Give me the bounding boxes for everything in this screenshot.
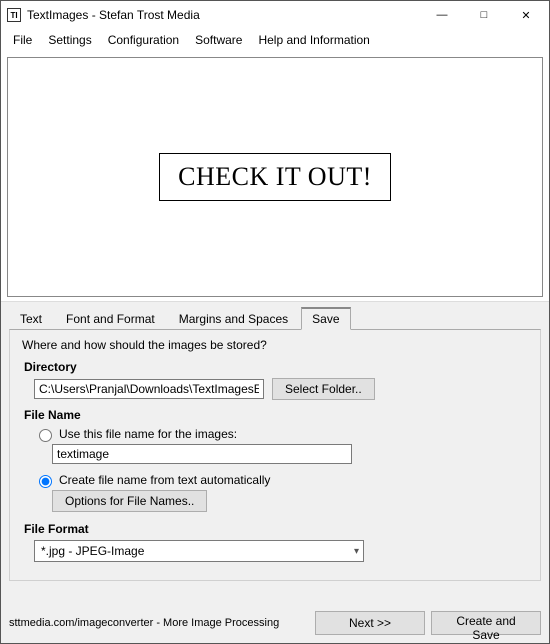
footer-link[interactable]: sttmedia.com/imageconverter - More Image…	[9, 617, 309, 629]
preview-text: CHECK IT OUT!	[159, 153, 391, 201]
window-title: TextImages - Stefan Trost Media	[27, 8, 421, 22]
tab-font-format[interactable]: Font and Format	[55, 308, 166, 330]
tab-text[interactable]: Text	[9, 308, 53, 330]
menu-configuration[interactable]: Configuration	[100, 31, 187, 49]
tab-save[interactable]: Save	[301, 307, 350, 330]
tab-strip: Text Font and Format Margins and Spaces …	[9, 308, 541, 330]
app-icon: TI	[7, 8, 21, 22]
footer: sttmedia.com/imageconverter - More Image…	[1, 605, 549, 643]
options-filenames-button[interactable]: Options for File Names..	[52, 490, 207, 512]
minimize-button[interactable]: —	[421, 3, 463, 27]
chevron-down-icon: ▾	[354, 546, 359, 557]
fileformat-label: File Format	[24, 522, 528, 536]
radio-auto-name[interactable]	[39, 475, 52, 488]
save-panel: Where and how should the images be store…	[9, 329, 541, 581]
menubar: File Settings Configuration Software Hel…	[1, 29, 549, 53]
select-folder-button[interactable]: Select Folder..	[272, 378, 375, 400]
menu-file[interactable]: File	[5, 31, 40, 49]
radio-auto-name-label: Create file name from text automatically	[59, 473, 270, 487]
maximize-button[interactable]: □	[463, 3, 505, 27]
lower-panel: Text Font and Format Margins and Spaces …	[1, 301, 549, 605]
menu-settings[interactable]: Settings	[40, 31, 99, 49]
menu-software[interactable]: Software	[187, 31, 250, 49]
directory-input[interactable]	[34, 379, 264, 399]
save-question: Where and how should the images be store…	[22, 338, 528, 352]
titlebar: TI TextImages - Stefan Trost Media — □ ✕	[1, 1, 549, 29]
radio-fixed-name[interactable]	[39, 429, 52, 442]
filename-input[interactable]	[52, 444, 352, 464]
preview-canvas: CHECK IT OUT!	[7, 57, 543, 297]
preview-area: CHECK IT OUT!	[1, 53, 549, 301]
fileformat-select[interactable]: *.jpg - JPEG-Image ▾	[34, 540, 364, 562]
filename-label: File Name	[24, 408, 528, 422]
create-save-button[interactable]: Create and Save	[431, 611, 541, 635]
close-button[interactable]: ✕	[505, 3, 547, 27]
directory-label: Directory	[24, 360, 528, 374]
radio-fixed-name-label: Use this file name for the images:	[59, 427, 237, 441]
tab-margins-spaces[interactable]: Margins and Spaces	[168, 308, 299, 330]
menu-help[interactable]: Help and Information	[250, 31, 377, 49]
next-button[interactable]: Next >>	[315, 611, 425, 635]
fileformat-value: *.jpg - JPEG-Image	[41, 544, 144, 558]
